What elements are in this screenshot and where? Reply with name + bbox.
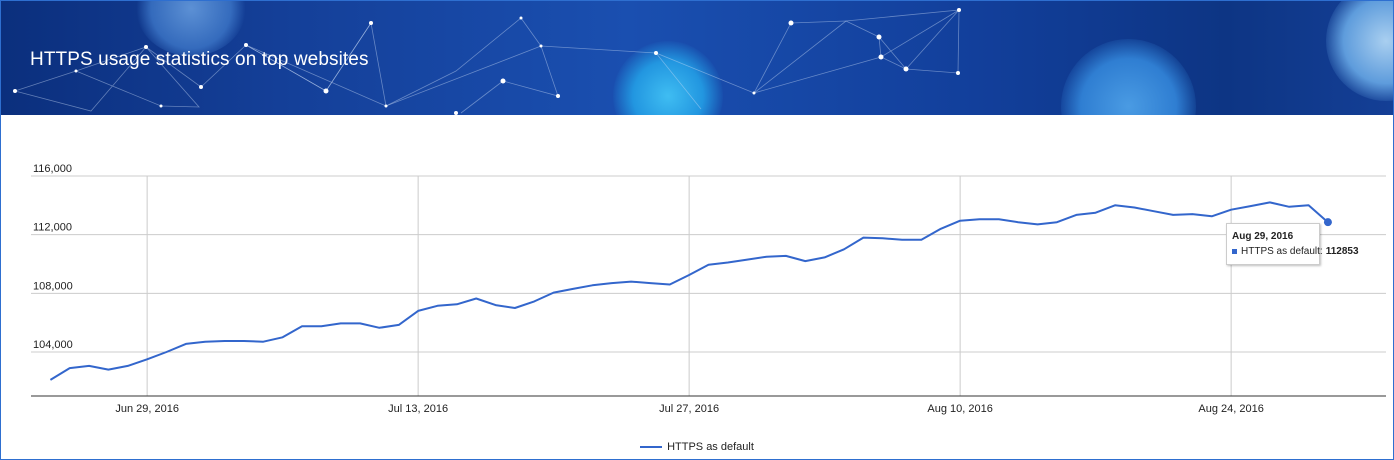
- y-axis-labels: 104,000 108,000 112,000 116,000: [33, 163, 73, 351]
- y-tick-label: 112,000: [33, 222, 72, 234]
- chart-panel: HTTPS usage statistics on top websites 1…: [0, 0, 1394, 460]
- y-tick-label: 116,000: [33, 163, 72, 175]
- series-layer: [49, 201, 1332, 381]
- tooltip-series-swatch: [1232, 249, 1237, 254]
- tooltip-series-label: HTTPS as default:: [1241, 246, 1323, 257]
- highlighted-data-point: [1323, 218, 1332, 227]
- tooltip-row: HTTPS as default: 112853: [1232, 246, 1359, 257]
- x-tick-label: Jul 27, 2016: [659, 403, 719, 415]
- tooltip-date: Aug 29, 2016: [1232, 231, 1294, 242]
- x-tick-label: Aug 24, 2016: [1198, 403, 1263, 415]
- x-axis-labels: Jun 29, 2016 Jul 13, 2016 Jul 27, 2016 Aug …: [115, 403, 1264, 415]
- x-tick-label: Jul 13, 2016: [388, 403, 448, 415]
- x-tick-label: Aug 10, 2016: [927, 403, 992, 415]
- chart-legend[interactable]: HTTPS as default: [1, 437, 1393, 457]
- y-tick-label: 108,000: [33, 280, 73, 292]
- y-tick-label: 104,000: [33, 339, 73, 351]
- legend-label: HTTPS as default: [667, 441, 754, 453]
- line-chart[interactable]: 104,000 108,000 112,000 116,000 Jun 29, 201…: [1, 1, 1393, 459]
- tooltip-value: 112853: [1325, 246, 1359, 257]
- x-tick-label: Jun 29, 2016: [115, 403, 179, 415]
- data-tooltip: Aug 29, 2016 HTTPS as default: 112853: [1226, 223, 1359, 265]
- grid-lines: [31, 175, 1386, 397]
- legend-line-swatch: [640, 446, 663, 448]
